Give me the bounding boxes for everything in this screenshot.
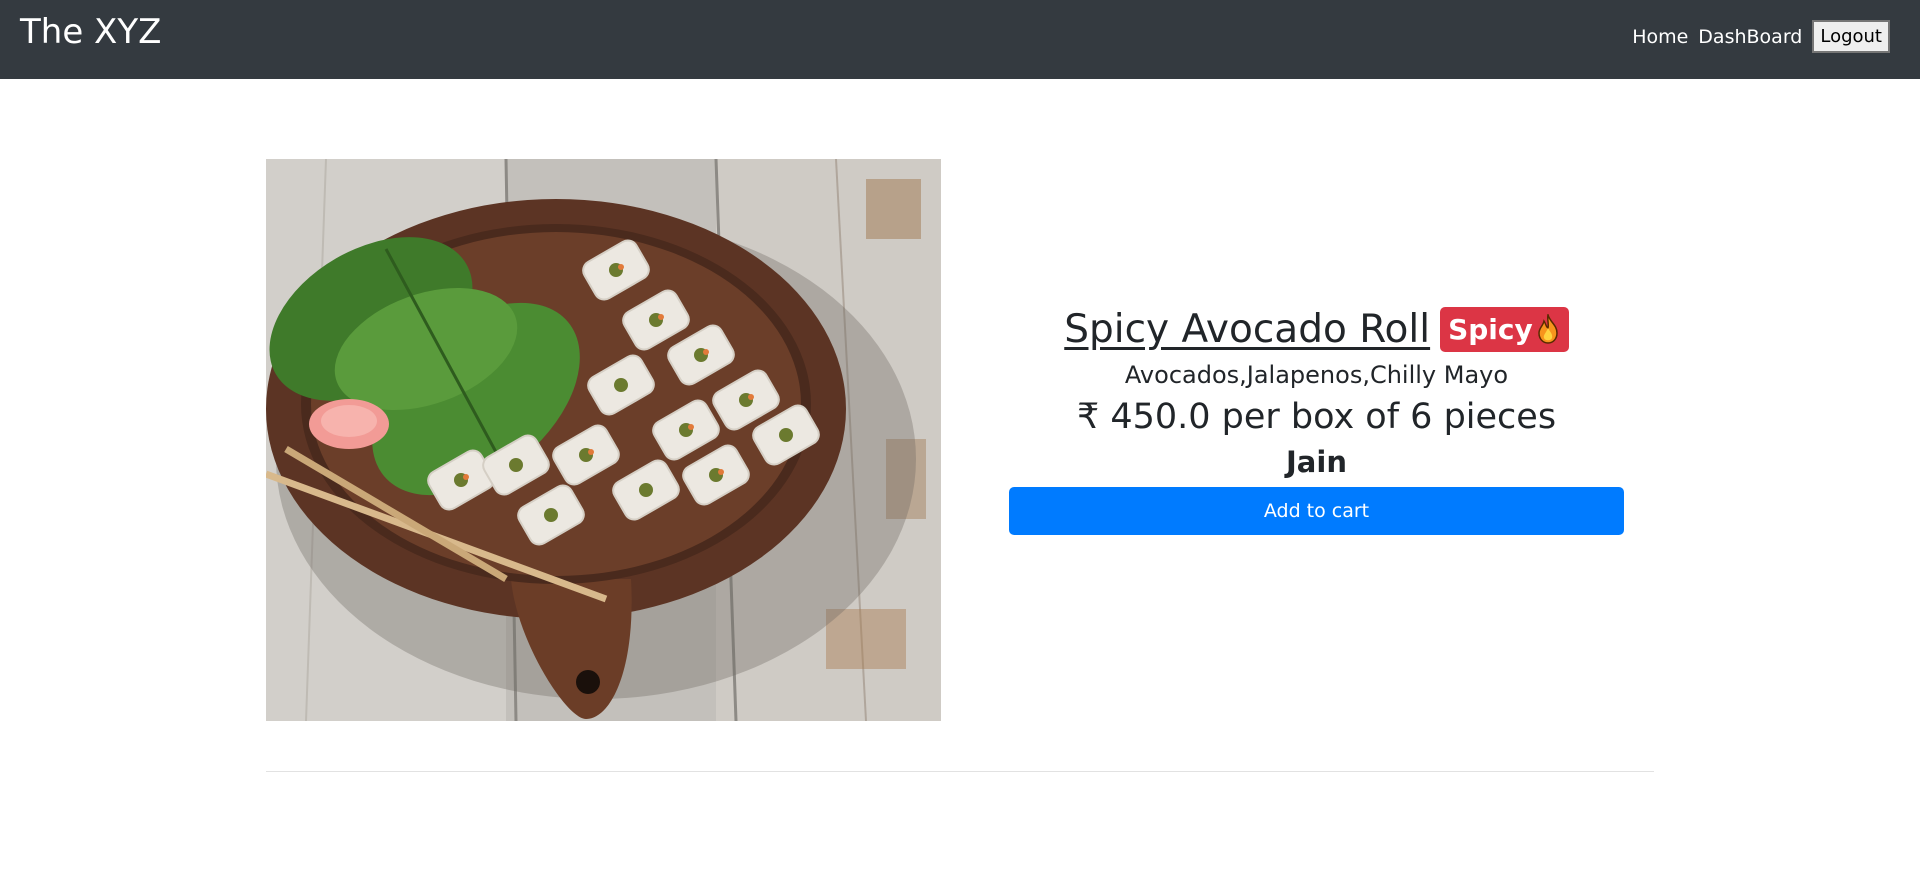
nav-home-link[interactable]: Home: [1632, 26, 1688, 48]
product-diet-label: Jain: [1286, 445, 1347, 479]
product-image: [266, 159, 941, 721]
product-title[interactable]: Spicy Avocado Roll: [1064, 307, 1430, 352]
product-ingredients: Avocados,Jalapenos,Chilly Mayo: [1124, 361, 1509, 389]
add-to-cart-button[interactable]: Add to cart: [1009, 487, 1624, 535]
product-info: Spicy Avocado Roll Spicy Avocados,Jalape…: [1009, 303, 1624, 535]
spicy-badge: Spicy: [1440, 306, 1569, 352]
product-price: ₹ 450.0 per box of 6 pieces: [1076, 397, 1557, 437]
nav-dashboard-link[interactable]: DashBoard: [1698, 26, 1802, 48]
spicy-badge-label: Spicy: [1448, 312, 1533, 346]
fire-icon: [1537, 314, 1558, 344]
section-divider: [266, 771, 1654, 772]
top-navbar: The XYZ Home DashBoard Logout: [0, 0, 1920, 79]
logout-button[interactable]: Logout: [1812, 20, 1890, 53]
nav-links: Home DashBoard Logout: [1632, 20, 1890, 53]
title-row: Spicy Avocado Roll Spicy: [1009, 303, 1624, 355]
brand-title[interactable]: The XYZ: [20, 12, 161, 52]
